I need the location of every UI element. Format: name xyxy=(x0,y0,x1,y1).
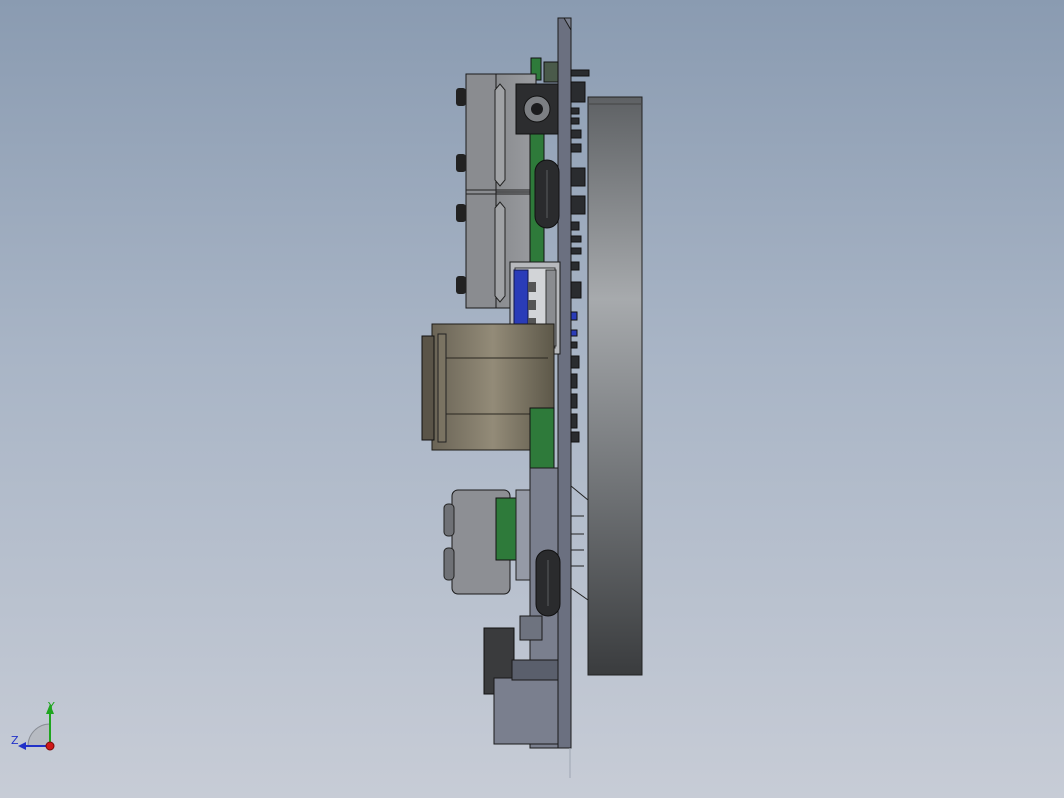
x-axis-dot xyxy=(45,741,55,751)
z-axis-arrow xyxy=(18,742,26,750)
z-axis-label: Z xyxy=(11,734,19,747)
heatsink[interactable] xyxy=(587,96,643,676)
axis-triad: Y Z xyxy=(11,700,55,751)
sbc-side-view-model[interactable]: Y Z xyxy=(0,0,1064,798)
main-pcb[interactable] xyxy=(557,17,572,749)
lower-port[interactable] xyxy=(443,489,531,595)
audio-jack[interactable] xyxy=(515,83,559,135)
hdmi-side-board xyxy=(529,407,555,469)
standoff-pins xyxy=(570,485,589,601)
inductor-bottom xyxy=(535,549,561,617)
top-small-part xyxy=(543,61,559,83)
smd-components xyxy=(570,69,590,443)
inductor-top xyxy=(534,159,560,229)
y-axis-label: Y xyxy=(47,700,55,713)
cad-viewport[interactable]: Y Z xyxy=(0,0,1064,798)
